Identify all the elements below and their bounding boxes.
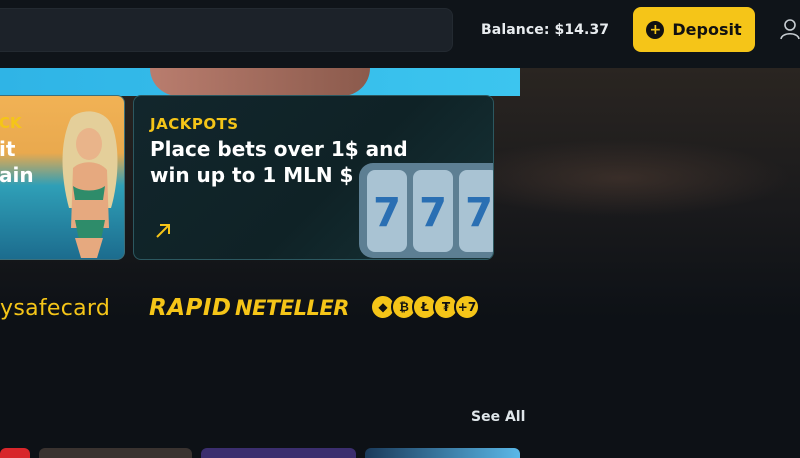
promo-kicker: JACKPOTS [150, 115, 239, 133]
user-icon[interactable] [779, 18, 800, 40]
promo-character-illustration [62, 111, 118, 258]
neteller-logo: NETELLER [235, 296, 349, 320]
arrow-up-right-icon[interactable] [154, 222, 172, 240]
promo-title-line: it [0, 137, 16, 161]
promo-kicker: CK [0, 114, 22, 132]
see-all-link[interactable]: See All [471, 409, 525, 425]
svg-text:7: 7 [419, 190, 447, 236]
more-crypto-badge: +7 [454, 294, 480, 320]
crypto-coins: ◆ ₿ Ł ₮ +7 [370, 294, 480, 322]
paysafecard-logo: ysafecard [0, 295, 111, 321]
promo-title-line: ain [0, 163, 34, 187]
plus-circle-icon: + [646, 20, 665, 39]
svg-text:7: 7 [373, 190, 401, 236]
promo-card-cashback[interactable]: CK it ain [0, 95, 125, 260]
search-input[interactable] [0, 8, 453, 52]
game-thumbnail[interactable] [39, 448, 192, 458]
game-thumbnail[interactable] [201, 448, 356, 458]
svg-text:7: 7 [465, 190, 493, 236]
hero-banner-figure [150, 68, 370, 96]
promo-card-jackpots[interactable]: JACKPOTS Place bets over 1$ and win up t… [133, 95, 494, 260]
balance-display: Balance: $14.37 [481, 22, 610, 38]
top-header: Balance: $14.37 + Deposit [0, 0, 800, 68]
rapid-logo: RAPID [149, 295, 232, 321]
deposit-label: Deposit [672, 20, 742, 39]
game-thumbnail[interactable] [365, 448, 520, 458]
slot-machine-illustration: 7 7 7 [359, 163, 493, 258]
promo-title: it ain [0, 136, 34, 188]
deposit-button[interactable]: + Deposit [633, 7, 755, 52]
game-thumbnail[interactable] [0, 448, 30, 458]
